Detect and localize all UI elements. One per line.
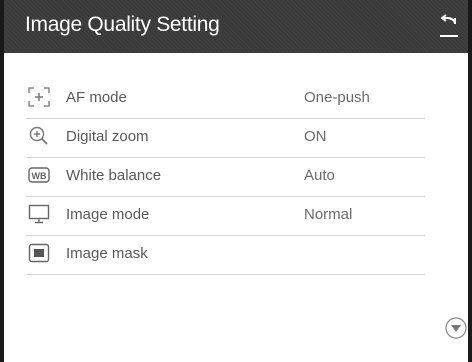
return-arrow-icon[interactable] [436,14,462,40]
setting-label: White balance [66,167,162,184]
setting-value: ON [304,128,327,145]
page-title: Image Quality Setting [25,13,220,36]
setting-row-image-mask[interactable]: Image mask [26,235,425,275]
monitor-icon [28,204,50,224]
svg-text:WB: WB [32,171,47,181]
setting-row-white-balance[interactable]: WB White balance Auto [26,157,425,197]
wb-icon: WB [28,167,50,183]
setting-row-af-mode[interactable]: AF mode One-push [26,79,425,119]
mask-icon [28,243,50,263]
setting-label: Image mode [66,206,150,223]
setting-value: Auto [304,167,335,184]
setting-row-image-mode[interactable]: Image mode Normal [26,196,425,236]
header-bar: Image Quality Setting [4,0,468,53]
scroll-down-icon[interactable] [445,317,467,339]
setting-label: Image mask [66,245,148,262]
setting-row-digital-zoom[interactable]: Digital zoom ON [26,118,425,158]
zoom-in-icon [29,126,48,145]
setting-label: Digital zoom [66,128,149,145]
setting-label: AF mode [66,89,127,106]
af-frame-icon [28,87,50,107]
setting-value: Normal [304,206,353,223]
setting-value: One-push [304,89,370,106]
settings-panel: Image Quality Setting AF mode One-push D… [4,0,468,362]
